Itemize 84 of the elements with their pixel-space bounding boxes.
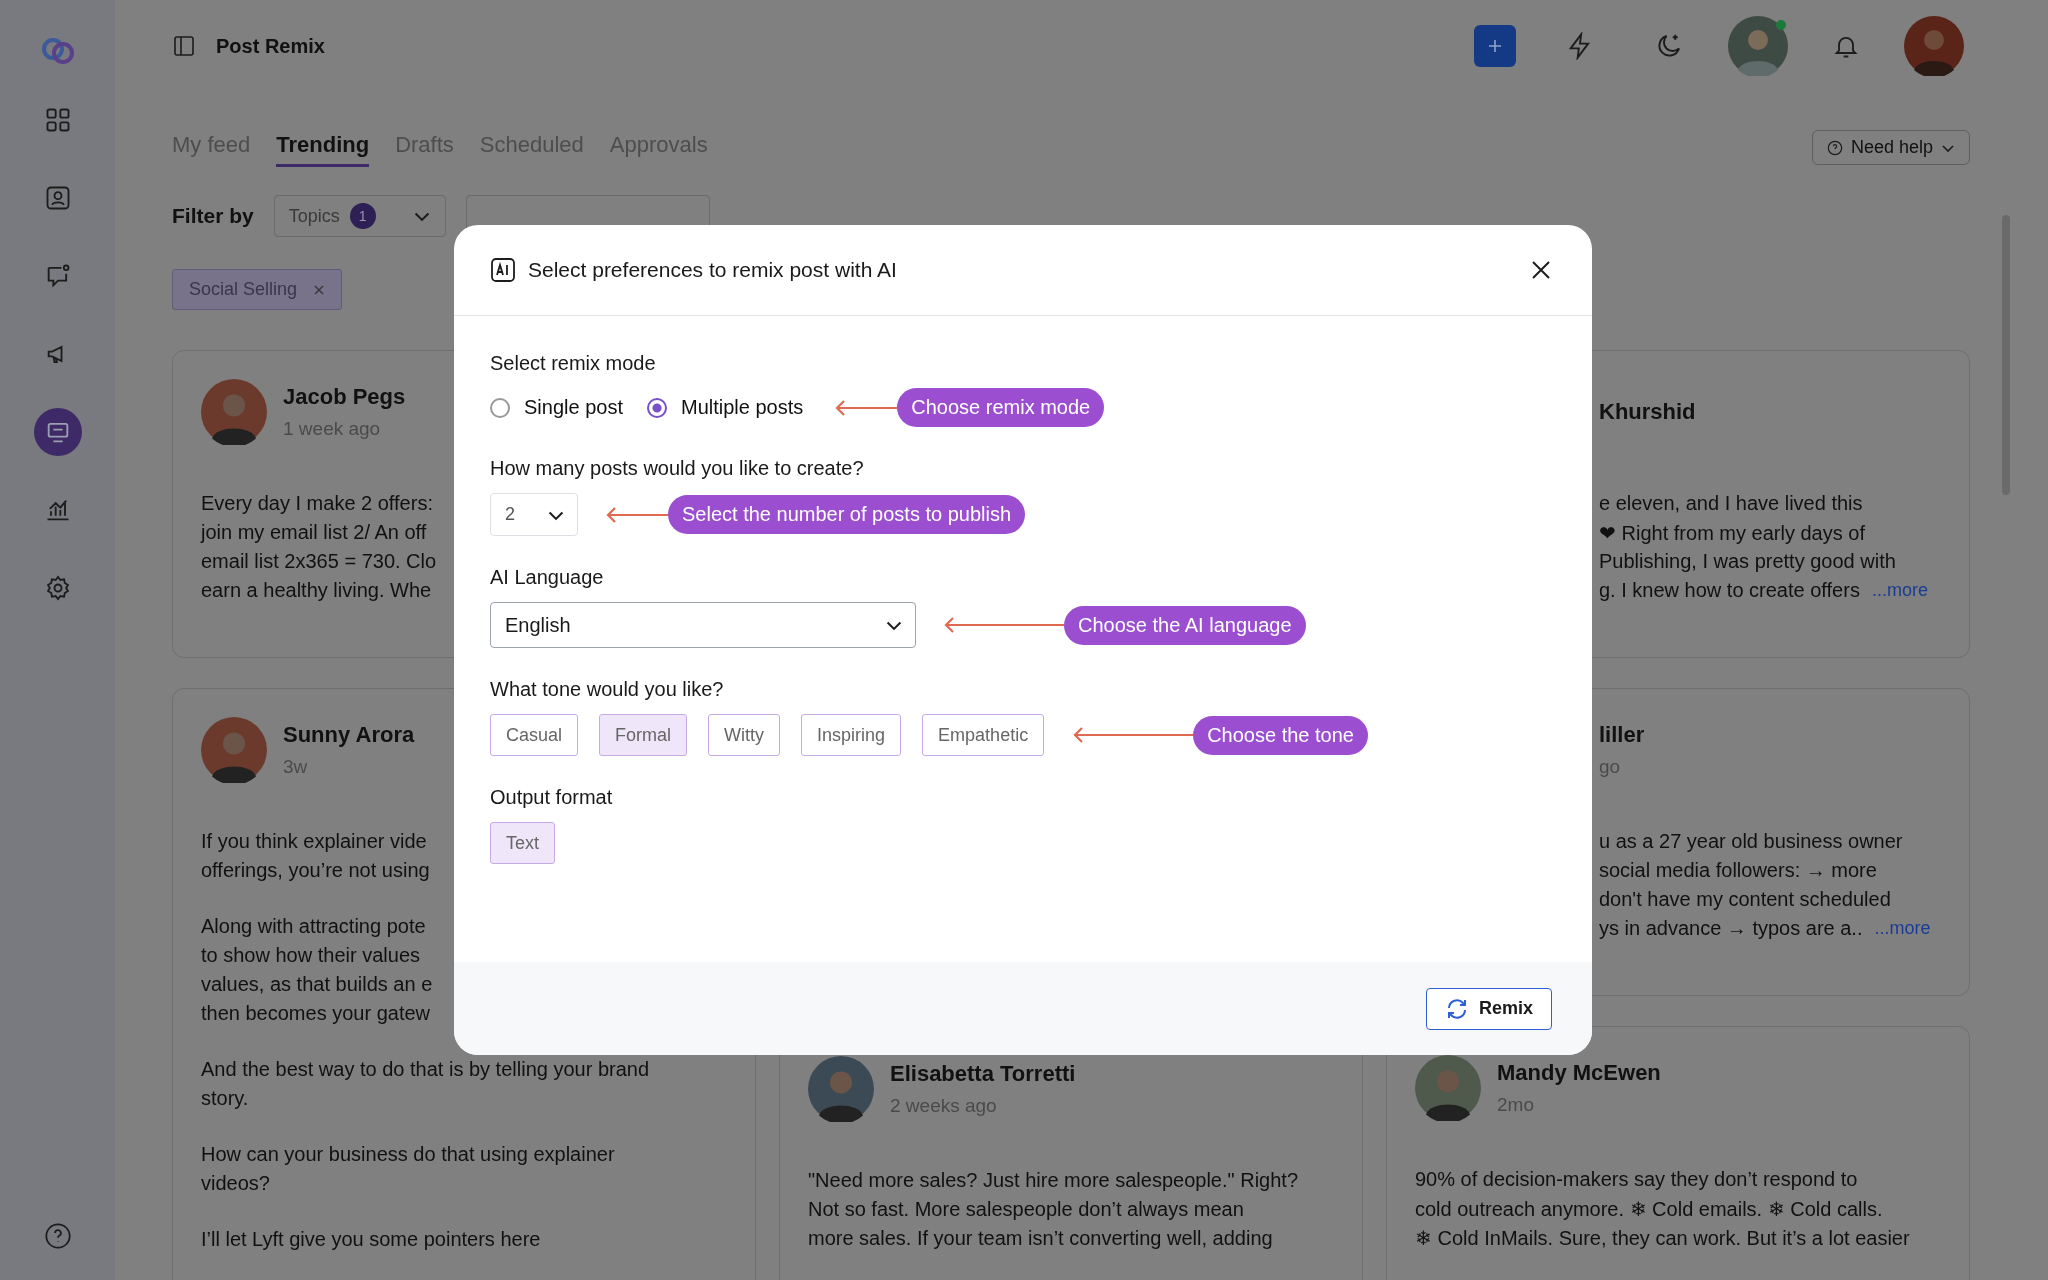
arrow bbox=[835, 399, 898, 416]
avatar bbox=[201, 717, 267, 783]
radio-option[interactable]: Multiple posts bbox=[646, 396, 804, 419]
field-label: What tone would you like? bbox=[490, 678, 725, 701]
page-title: Post Remix bbox=[216, 34, 325, 58]
annotation-label: Select the number of posts to publish bbox=[668, 495, 1026, 534]
post-text: "Need more sales? Just hire more salespeople." Right? bbox=[808, 1169, 1298, 1192]
option-chip[interactable]: Witty bbox=[708, 714, 781, 756]
count-badge: 1 bbox=[349, 203, 376, 229]
author-name: Elisabetta Torretti bbox=[890, 1061, 1076, 1087]
field-label: Select remix mode bbox=[490, 352, 657, 375]
author-name: liller bbox=[1599, 722, 1645, 748]
post-text: offerings, you’re not using bbox=[201, 859, 430, 882]
post-text: join my email list 2/ An off bbox=[201, 521, 427, 544]
option-chip[interactable]: Inspiring bbox=[801, 714, 902, 756]
add-button[interactable] bbox=[1474, 25, 1516, 67]
annotation-label: Choose remix mode bbox=[897, 388, 1105, 427]
post-text: earn a healthy living. Whe bbox=[201, 579, 432, 602]
post-text: If you think explainer vide bbox=[201, 830, 427, 853]
select-field[interactable]: English bbox=[490, 602, 916, 648]
field-label: Output format bbox=[490, 786, 614, 809]
avatar bbox=[808, 1056, 874, 1122]
post-text: email list 2x365 = 730. Clo bbox=[201, 550, 437, 573]
ai-icon bbox=[490, 257, 516, 283]
help-icon bbox=[1826, 139, 1843, 156]
logo-icon bbox=[39, 36, 76, 66]
arrow bbox=[606, 506, 668, 523]
post-text: ys in advance → typos are a.. bbox=[1599, 917, 1863, 940]
post-text: more sales. If your team isn’t converting well, adding bbox=[808, 1227, 1273, 1250]
help-icon[interactable] bbox=[43, 1222, 72, 1250]
radio-icon[interactable] bbox=[646, 397, 667, 418]
tab[interactable]: Trending bbox=[276, 128, 370, 167]
author-name: Khurshid bbox=[1599, 399, 1696, 425]
post-text: I’ll let Lyft give you some pointers here bbox=[201, 1228, 541, 1251]
post-text: How can your business do that using explainer bbox=[201, 1143, 615, 1166]
more-link[interactable]: ...more bbox=[1871, 580, 1928, 601]
post-text: And the best way to do that is by telling your brand bbox=[201, 1058, 650, 1081]
avatar bbox=[201, 379, 267, 445]
option-chip[interactable]: Text bbox=[490, 822, 555, 864]
author-name: Sunny Arora bbox=[283, 722, 415, 748]
dialog-title: Select preferences to remix post with AI bbox=[528, 258, 897, 282]
sidebar-toggle-icon[interactable] bbox=[172, 34, 196, 58]
plus-icon bbox=[1488, 39, 1502, 53]
post-text: social media followers: → more bbox=[1599, 859, 1877, 882]
nav-item[interactable] bbox=[33, 408, 82, 456]
post-text: videos? bbox=[201, 1172, 270, 1195]
more-link[interactable]: ...more bbox=[1874, 918, 1931, 939]
post-text: u as a 27 year old business owner bbox=[1599, 830, 1903, 853]
topics-dropdown[interactable]: Topics 1 bbox=[273, 195, 446, 237]
avatar[interactable] bbox=[1728, 16, 1788, 76]
author-name: Jacob Pegs bbox=[283, 384, 406, 410]
post-text: to show how their values bbox=[201, 944, 420, 967]
radio-icon[interactable] bbox=[490, 397, 510, 418]
post-text: ❄ Cold InMails. Sure, they can work. But it’s a lot easier bbox=[1415, 1225, 1910, 1250]
field-label: AI Language bbox=[490, 566, 605, 589]
post-text: Not so fast. More salespeople don’t always mean bbox=[808, 1198, 1244, 1221]
help-button[interactable]: Need help bbox=[1811, 130, 1970, 165]
remix-button[interactable]: Remix bbox=[1425, 987, 1552, 1030]
post-text: 90% of decision-makers say they don’t respond to bbox=[1415, 1168, 1858, 1191]
annotation-label: Choose the tone bbox=[1193, 715, 1368, 755]
filter-label: Filter by bbox=[172, 204, 254, 228]
post-text: Along with attracting pote bbox=[201, 915, 426, 938]
option-chip[interactable]: Formal bbox=[599, 714, 688, 756]
post-text: Publishing, I was pretty good with bbox=[1599, 550, 1896, 573]
author-name: Mandy McEwen bbox=[1497, 1060, 1661, 1086]
post-text: don't have my content scheduled bbox=[1599, 888, 1891, 911]
select-field[interactable]: 2 bbox=[490, 493, 578, 536]
post-text: then becomes your gatew bbox=[201, 1002, 431, 1025]
post-text: values, as that builds an e bbox=[201, 973, 433, 996]
avatar[interactable] bbox=[1904, 16, 1964, 76]
avatar bbox=[1415, 1055, 1481, 1121]
close-icon[interactable] bbox=[1530, 259, 1552, 281]
post-text: Every day I make 2 offers: bbox=[201, 492, 433, 515]
post-text: e eleven, and I have lived this bbox=[1599, 492, 1863, 515]
post-text: story. bbox=[201, 1087, 249, 1110]
filter-chip[interactable]: Social Selling bbox=[172, 269, 343, 310]
field-label: How many posts would you like to create? bbox=[490, 457, 865, 480]
post-text: g. I knew how to create offers bbox=[1599, 579, 1860, 602]
option-chip[interactable]: Casual bbox=[490, 714, 579, 756]
post-text: ❤ Right from my early days of bbox=[1599, 520, 1865, 545]
annotation-label: Choose the AI language bbox=[1064, 605, 1306, 645]
radio-option[interactable]: Single post bbox=[490, 396, 623, 419]
post-text: cold outreach anymore. ❄ Cold emails. ❄ Cold calls. bbox=[1415, 1196, 1883, 1221]
option-chip[interactable]: Empathetic bbox=[922, 714, 1045, 756]
